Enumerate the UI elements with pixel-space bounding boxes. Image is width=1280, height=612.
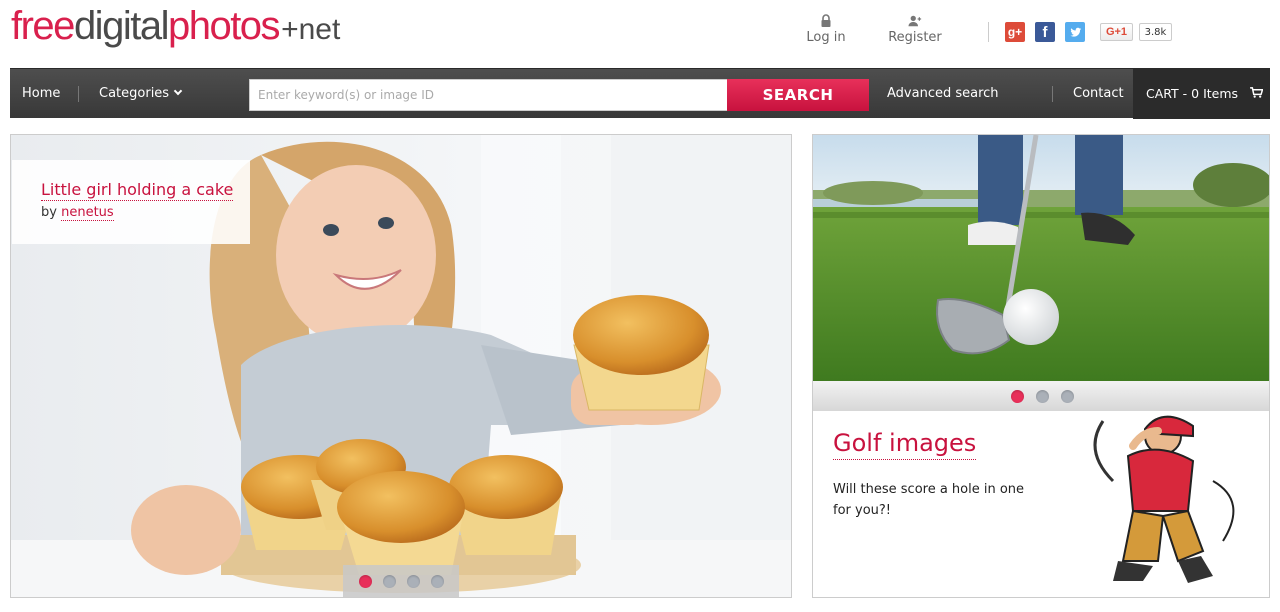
promo-description: Will these score a hole in one for you?!	[833, 482, 1025, 518]
hero-pagination	[343, 565, 459, 597]
cart-button[interactable]: CART - 0 Items	[1133, 69, 1270, 119]
slide-title-link[interactable]: Little girl holding a cake	[41, 180, 234, 201]
side-pagination	[813, 381, 1269, 411]
login-label: Log in	[806, 30, 846, 45]
side-promo-panel: Golf images Will these score a hole in o…	[812, 134, 1270, 598]
slide-dot[interactable]	[1060, 389, 1074, 403]
golfer-cartoon-illustration	[1093, 415, 1235, 583]
site-header: free digital photos +net Log in Register…	[0, 0, 1280, 68]
slide-dot[interactable]	[1035, 389, 1049, 403]
slide-dot[interactable]	[430, 574, 444, 588]
logo-part-net: +net	[281, 13, 341, 46]
slide-byline: by nenetus	[41, 205, 250, 221]
chevron-down-icon	[173, 86, 183, 96]
nav-categories[interactable]: Categories	[99, 69, 183, 119]
cart-label: CART - 0 Items	[1146, 86, 1239, 101]
register-link[interactable]: Register	[886, 14, 944, 45]
logo-part-digital: digital	[73, 4, 170, 48]
nav-divider	[78, 86, 79, 102]
promo-title-link[interactable]: Golf images	[833, 429, 977, 460]
golf-photo[interactable]	[813, 135, 1270, 381]
shopping-cart-icon	[1250, 87, 1264, 98]
hero-slider[interactable]: Little girl holding a cake by nenetus	[10, 134, 792, 598]
slide-dot[interactable]	[358, 574, 372, 588]
slide-dot[interactable]	[1010, 389, 1024, 403]
logo-part-free: free	[11, 4, 75, 48]
byline-label: by	[41, 205, 57, 220]
main-nav: Home Categories SEARCH Advanced search C…	[10, 68, 1270, 119]
search-button[interactable]: SEARCH	[727, 79, 869, 111]
user-add-icon	[908, 15, 922, 27]
google-plus-icon[interactable]: g+	[1005, 22, 1025, 42]
nav-divider	[1052, 86, 1053, 102]
header-divider	[988, 22, 989, 42]
twitter-bird-icon	[1069, 27, 1081, 37]
slide-author-link[interactable]: nenetus	[61, 205, 114, 221]
nav-categories-label: Categories	[99, 86, 170, 101]
slide-dot[interactable]	[406, 574, 420, 588]
login-link[interactable]: Log in	[806, 14, 846, 45]
google-plus-one-button[interactable]: G+1	[1100, 23, 1133, 41]
nav-contact[interactable]: Contact	[1073, 69, 1124, 119]
google-plus-count: 3.8k	[1139, 23, 1172, 41]
slide-caption: Little girl holding a cake by nenetus	[12, 160, 250, 244]
logo-part-photos: photos	[167, 4, 281, 48]
slide-dot[interactable]	[382, 574, 396, 588]
facebook-icon[interactable]: f	[1035, 22, 1055, 42]
twitter-icon[interactable]	[1065, 22, 1085, 42]
advanced-search-link[interactable]: Advanced search	[887, 69, 999, 119]
lock-icon	[821, 14, 831, 27]
register-label: Register	[888, 30, 942, 45]
site-logo[interactable]: free digital photos +net	[11, 4, 340, 56]
nav-home[interactable]: Home	[22, 69, 60, 119]
search-input[interactable]	[249, 79, 728, 111]
